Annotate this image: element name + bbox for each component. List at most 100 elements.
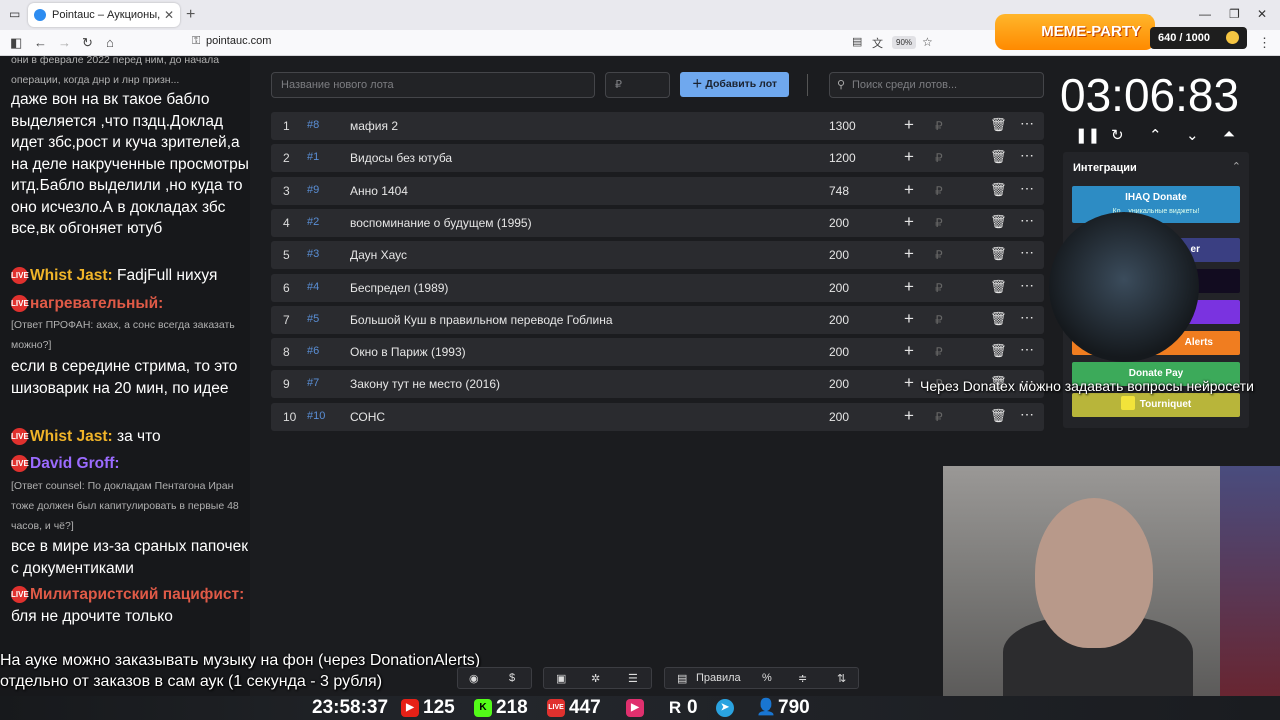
currency-input-icon[interactable]: ₽ [935,313,943,327]
split-icon[interactable]: ≑ [798,672,807,685]
add-amount-icon[interactable]: + [904,244,914,264]
lot-name[interactable]: СОНС [350,410,385,424]
new-lot-input[interactable]: Название нового лота [271,72,595,98]
add-amount-icon[interactable]: + [904,341,914,361]
lot-id[interactable]: #6 [307,345,319,357]
reset-timer-icon[interactable]: ↻ [1111,126,1124,144]
delete-lot-icon[interactable]: 🗑 [990,117,1007,133]
lot-name[interactable]: Закону тут не место (2016) [350,377,500,391]
github-icon[interactable]: ◉ [469,672,479,685]
lot-amount[interactable]: 1300 [829,119,856,133]
lot-id[interactable]: #8 [307,119,319,131]
close-window-icon[interactable]: ✕ [1257,7,1267,21]
add-amount-icon[interactable]: + [904,212,914,232]
lot-row[interactable]: 1 #8 мафия 2 1300 + ₽ 🗑 ⋯ [271,112,1044,140]
lot-name[interactable]: Беспредел (1989) [350,281,448,295]
site-info-icon[interactable]: ⚿ [192,35,200,48]
new-tab-icon[interactable]: + [186,6,195,24]
add-amount-icon[interactable]: + [904,309,914,329]
lot-row[interactable]: 5 #3 Даун Хаус 200 + ₽ 🗑 ⋯ [271,241,1044,270]
lot-name[interactable]: воспоминание о будущем (1995) [350,216,532,230]
more-options-icon[interactable]: ⋯ [1020,244,1034,261]
tab-list-icon[interactable]: ▭ [9,7,20,21]
lot-amount[interactable]: 748 [829,184,849,198]
menu-icon[interactable]: ⋮ [1258,35,1271,51]
bookmark-star-icon[interactable]: ☆ [922,35,933,49]
lot-amount[interactable]: 200 [829,345,849,359]
add-amount-icon[interactable]: + [904,406,914,426]
lot-id[interactable]: #4 [307,281,319,293]
delete-lot-icon[interactable]: 🗑 [990,343,1007,359]
currency-input-icon[interactable]: ₽ [935,281,943,295]
double-time-icon[interactable]: ⏶ [1223,126,1235,143]
bug-icon[interactable]: ✲ [591,672,600,685]
currency-input-icon[interactable]: ₽ [935,151,943,165]
translate-icon[interactable]: 文 [872,35,883,51]
browser-tab[interactable]: Pointauc – Аукционы, лотереи ✕ [28,3,180,27]
delete-lot-icon[interactable]: 🗑 [990,182,1007,198]
add-amount-icon[interactable]: + [904,277,914,297]
lot-name[interactable]: Даун Хаус [350,248,407,262]
delete-lot-icon[interactable]: 🗑 [990,149,1007,165]
more-options-icon[interactable]: ⋯ [1020,309,1034,326]
lot-id[interactable]: #9 [307,184,319,196]
back-icon[interactable]: ← [34,35,47,50]
lot-amount[interactable]: 1200 [829,151,856,165]
delete-lot-icon[interactable]: 🗑 [990,279,1007,295]
delete-lot-icon[interactable]: 🗑 [990,214,1007,230]
subtract-time-icon[interactable]: ⌄ [1186,126,1199,144]
lot-amount-input[interactable]: ₽ [605,72,670,98]
pause-icon[interactable]: ❚❚ [1075,126,1100,144]
sort-icon[interactable]: ⇅ [837,672,846,685]
lot-id[interactable]: #3 [307,248,319,260]
zoom-level[interactable]: 90% [892,36,917,49]
lot-amount[interactable]: 200 [829,248,849,262]
lot-id[interactable]: #2 [307,216,319,228]
currency-input-icon[interactable]: ₽ [935,410,943,424]
more-options-icon[interactable]: ⋯ [1020,115,1034,132]
currency-input-icon[interactable]: ₽ [935,119,943,133]
forward-icon[interactable]: → [58,35,71,50]
reload-icon[interactable]: ↻ [82,35,93,51]
delete-lot-icon[interactable]: 🗑 [990,311,1007,327]
lot-name[interactable]: Анно 1404 [350,184,408,198]
lot-row[interactable]: 2 #1 Видосы без ютуба 1200 + ₽ 🗑 ⋯ [271,144,1044,173]
more-options-icon[interactable]: ⋯ [1020,341,1034,358]
currency-input-icon[interactable]: ₽ [935,248,943,262]
lot-id[interactable]: #10 [307,410,325,422]
clear-list-icon[interactable]: ☰ [628,672,638,685]
lot-name[interactable]: Окно в Париж (1993) [350,345,466,359]
rules-button[interactable]: Правила [696,672,741,684]
lot-row[interactable]: 10 #10 СОНС 200 + ₽ 🗑 ⋯ [271,402,1044,431]
percent-button[interactable]: % [762,672,772,684]
home-icon[interactable]: ⌂ [106,35,114,50]
currency-input-icon[interactable]: ₽ [935,345,943,359]
donate-dollar-icon[interactable]: $ [509,672,515,684]
lot-name[interactable]: Большой Куш в правильном переводе Гоблин… [350,313,613,327]
lot-name[interactable]: Видосы без ютуба [350,151,452,165]
delete-lot-icon[interactable]: 🗑 [990,246,1007,262]
lot-id[interactable]: #7 [307,377,319,389]
add-lot-button[interactable]: ＋ Добавить лот [680,72,789,97]
lot-name[interactable]: мафия 2 [350,119,398,133]
lot-row[interactable]: 6 #4 Беспредел (1989) 200 + ₽ 🗑 ⋯ [271,273,1044,302]
more-options-icon[interactable]: ⋯ [1020,180,1034,197]
add-amount-icon[interactable]: + [904,147,914,167]
sidebar-toggle-icon[interactable]: ◧ [10,35,22,51]
close-tab-icon[interactable]: ✕ [164,8,174,22]
lot-id[interactable]: #1 [307,151,319,163]
lot-amount[interactable]: 200 [829,313,849,327]
lot-row[interactable]: 3 #9 Анно 1404 748 + ₽ 🗑 ⋯ [271,176,1044,205]
more-options-icon[interactable]: ⋯ [1020,406,1034,423]
save-icon[interactable]: ▣ [556,672,566,685]
lot-row[interactable]: 4 #2 воспоминание о будущем (1995) 200 + ₽ 🗑 ⋯ [271,208,1044,237]
reader-view-icon[interactable]: ▤ [852,35,862,48]
add-amount-icon[interactable]: + [904,115,914,135]
currency-input-icon[interactable]: ₽ [935,216,943,230]
lot-amount[interactable]: 200 [829,281,849,295]
lot-amount[interactable]: 200 [829,410,849,424]
address-bar[interactable]: pointauc.com [206,35,271,47]
tourniquet-button[interactable]: Tourniquet [1072,393,1240,417]
collapse-icon[interactable]: ⌃ [1232,160,1241,173]
lot-amount[interactable]: 200 [829,216,849,230]
